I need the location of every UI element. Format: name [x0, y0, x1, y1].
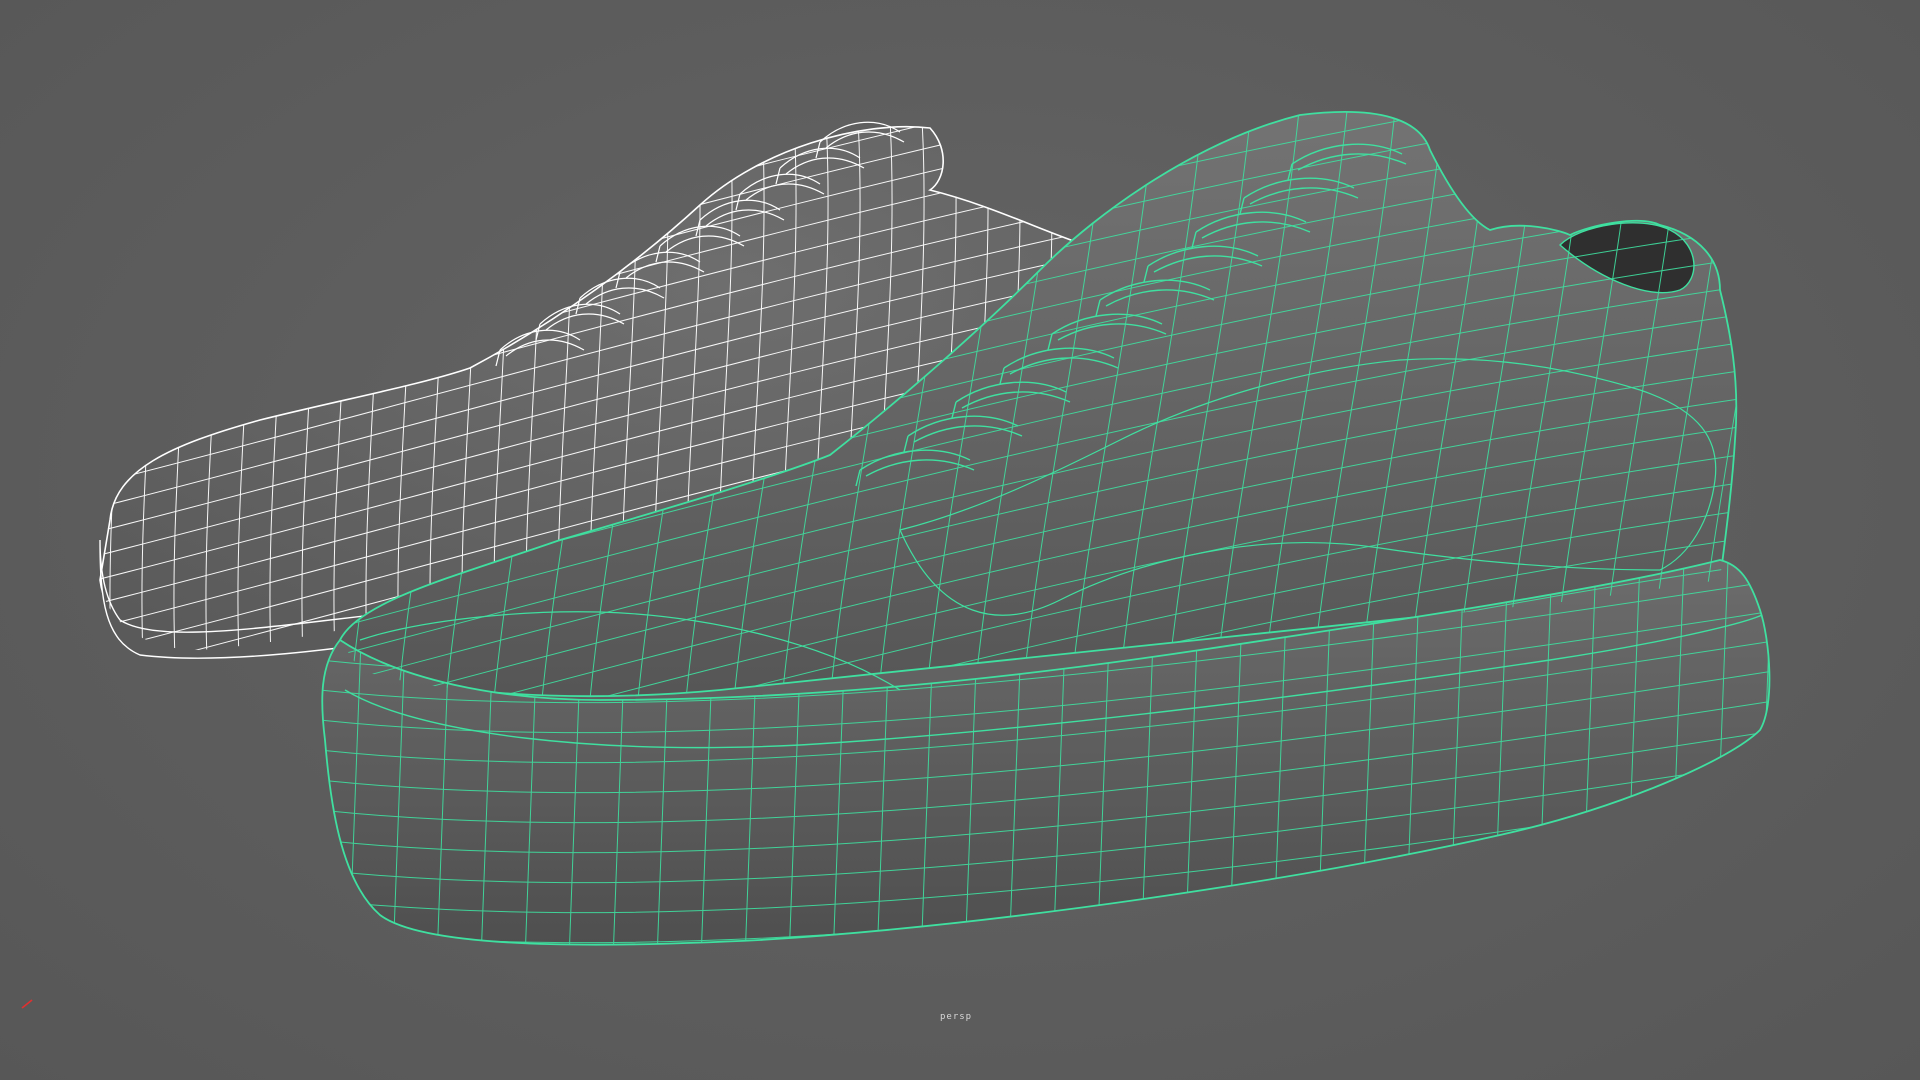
- 3d-viewport[interactable]: persp: [0, 0, 1920, 1080]
- axis-gizmo-icon: [21, 999, 33, 1009]
- mesh-edge: [78, 120, 92, 680]
- scene-canvas[interactable]: [0, 0, 1920, 1080]
- camera-label: persp: [940, 1012, 973, 1022]
